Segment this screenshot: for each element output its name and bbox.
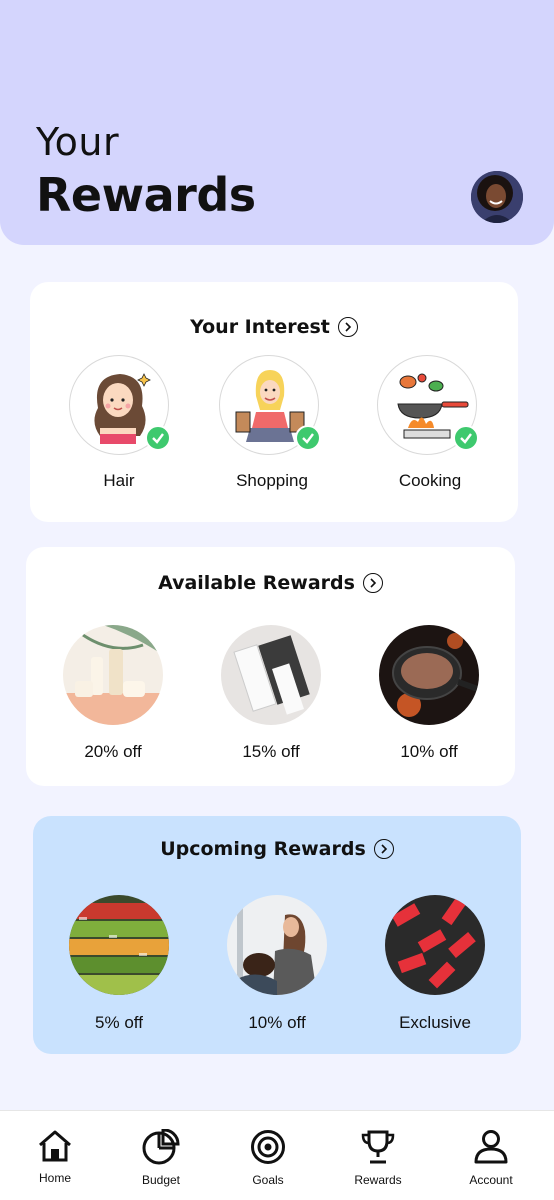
nav-label-home: Home [38, 1171, 71, 1185]
pie-chart-icon [142, 1128, 180, 1165]
interest-card: Your Interest Hair Shopping Cooking [30, 282, 518, 522]
nav-label-goals: Goals [252, 1173, 284, 1187]
interest-label-shopping: Shopping [236, 471, 308, 490]
grocery-produce-photo-icon [69, 895, 169, 995]
bottom-nav: Home Budget Goals Rewards Account [0, 1110, 554, 1200]
upcoming-label-grocery: 5% off [95, 1013, 143, 1032]
upcoming-item-grocery[interactable] [69, 895, 169, 995]
chevron-right-icon[interactable] [373, 839, 394, 859]
interest-title: Your Interest [190, 316, 330, 338]
interest-item-cooking[interactable] [377, 355, 479, 455]
home-icon [39, 1130, 71, 1162]
reward-label-cosmetic: 15% off [242, 742, 300, 761]
interest-label-cooking: Cooking [398, 471, 462, 490]
header-subtitle: Your [36, 120, 120, 164]
sale-tags-photo-icon [385, 895, 485, 995]
check-icon [453, 425, 479, 451]
trophy-icon [361, 1130, 395, 1164]
avatar[interactable] [471, 171, 523, 223]
nav-label-account: Account [469, 1173, 513, 1187]
reward-item-cooking[interactable] [379, 625, 479, 725]
target-icon [251, 1130, 285, 1164]
upcoming-label-exclusive: Exclusive [399, 1013, 471, 1032]
cosmetic-tube-photo-icon [221, 625, 321, 725]
upcoming-rewards-header[interactable]: Upcoming Rewards [33, 838, 521, 860]
nav-label-budget: Budget [141, 1173, 181, 1187]
chevron-right-icon[interactable] [362, 573, 383, 593]
reward-item-cosmetic[interactable] [221, 625, 321, 725]
hair-salon-photo-icon [227, 895, 327, 995]
frying-pan-photo-icon [379, 625, 479, 725]
user-avatar-icon [471, 171, 523, 223]
nav-item-goals[interactable]: Goals [223, 1129, 313, 1187]
upcoming-item-salon[interactable] [227, 895, 327, 995]
nav-item-budget[interactable]: Budget [116, 1128, 206, 1187]
nav-item-home[interactable]: Home [10, 1129, 100, 1185]
upcoming-rewards-title: Upcoming Rewards [160, 838, 366, 860]
available-rewards-title: Available Rewards [158, 572, 355, 594]
interest-label-hair: Hair [103, 471, 135, 490]
nav-item-account[interactable]: Account [446, 1129, 536, 1187]
available-rewards-card: Available Rewards 20% off 15% off 10% of… [26, 547, 515, 786]
header: Your Rewards [0, 0, 554, 245]
reward-label-skincare: 20% off [84, 742, 142, 761]
user-icon [474, 1130, 508, 1164]
upcoming-rewards-card: Upcoming Rewards 5% off 10% off Exclusiv… [33, 816, 521, 1054]
reward-label-cooking: 10% off [400, 742, 458, 761]
nav-label-rewards: Rewards [354, 1173, 402, 1187]
nav-item-rewards[interactable]: Rewards [333, 1129, 423, 1187]
check-icon [295, 425, 321, 451]
upcoming-item-exclusive[interactable] [385, 895, 485, 995]
chevron-right-icon[interactable] [337, 317, 358, 337]
available-rewards-header[interactable]: Available Rewards [26, 572, 515, 594]
reward-item-skincare[interactable] [63, 625, 163, 725]
skincare-photo-icon [63, 625, 163, 725]
page-title: Rewards [36, 168, 256, 222]
interest-header[interactable]: Your Interest [30, 316, 518, 338]
interest-item-hair[interactable] [69, 355, 171, 455]
check-icon [145, 425, 171, 451]
interest-item-shopping[interactable] [219, 355, 321, 455]
upcoming-label-salon: 10% off [248, 1013, 306, 1032]
